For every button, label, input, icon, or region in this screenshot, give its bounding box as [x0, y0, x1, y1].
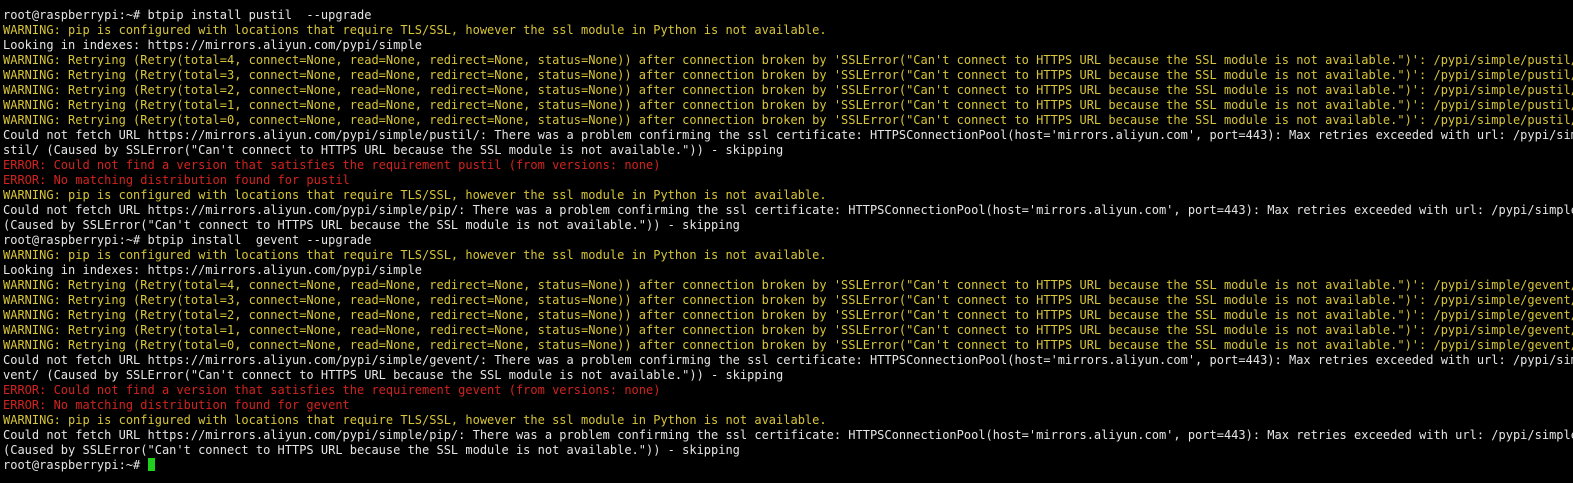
warning-line: WARNING: Retrying (Retry(total=2, connec… — [3, 308, 1573, 322]
warning-line: WARNING: Retrying (Retry(total=2, connec… — [3, 83, 1573, 97]
shell-prompt: root@raspberrypi:~# — [3, 458, 148, 472]
error-line: ERROR: Could not find a version that sat… — [3, 158, 661, 172]
output-line: Looking in indexes: https://mirrors.aliy… — [3, 263, 423, 277]
output-line: (Caused by SSLError("Can't connect to HT… — [3, 218, 740, 232]
output-line: vent/ (Caused by SSLError("Can't connect… — [3, 368, 784, 382]
output-line: root@raspberrypi:~# btpip install gevent… — [3, 233, 372, 247]
warning-line: WARNING: pip is configured with location… — [3, 248, 827, 262]
error-line: ERROR: No matching distribution found fo… — [3, 398, 350, 412]
output-line: Could not fetch URL https://mirrors.aliy… — [3, 428, 1573, 442]
output-line: root@raspberrypi:~# btpip install pustil… — [3, 8, 372, 22]
text-cursor — [147, 458, 155, 471]
warning-line: WARNING: Retrying (Retry(total=3, connec… — [3, 68, 1573, 82]
output-line: Could not fetch URL https://mirrors.aliy… — [3, 353, 1573, 367]
warning-line: WARNING: Retrying (Retry(total=1, connec… — [3, 98, 1573, 112]
error-line: ERROR: Could not find a version that sat… — [3, 383, 661, 397]
error-line: ERROR: No matching distribution found fo… — [3, 173, 350, 187]
terminal-output: root@raspberrypi:~# btpip install pustil… — [3, 8, 1573, 458]
warning-line: WARNING: Retrying (Retry(total=3, connec… — [3, 293, 1573, 307]
terminal-prompt-line[interactable]: root@raspberrypi:~# — [3, 458, 1573, 473]
terminal-window[interactable]: root@raspberrypi:~# btpip install pustil… — [0, 0, 1573, 483]
warning-line: WARNING: pip is configured with location… — [3, 188, 827, 202]
output-line: (Caused by SSLError("Can't connect to HT… — [3, 443, 740, 457]
warning-line: WARNING: Retrying (Retry(total=0, connec… — [3, 113, 1573, 127]
warning-line: WARNING: Retrying (Retry(total=1, connec… — [3, 323, 1573, 337]
warning-line: WARNING: Retrying (Retry(total=4, connec… — [3, 278, 1573, 292]
warning-line: WARNING: Retrying (Retry(total=0, connec… — [3, 338, 1573, 352]
warning-line: WARNING: Retrying (Retry(total=4, connec… — [3, 53, 1573, 67]
warning-line: WARNING: pip is configured with location… — [3, 413, 827, 427]
output-line: Could not fetch URL https://mirrors.aliy… — [3, 128, 1573, 142]
warning-line: WARNING: pip is configured with location… — [3, 23, 827, 37]
output-line: Looking in indexes: https://mirrors.aliy… — [3, 38, 423, 52]
output-line: Could not fetch URL https://mirrors.aliy… — [3, 203, 1573, 217]
output-line: stil/ (Caused by SSLError("Can't connect… — [3, 143, 784, 157]
